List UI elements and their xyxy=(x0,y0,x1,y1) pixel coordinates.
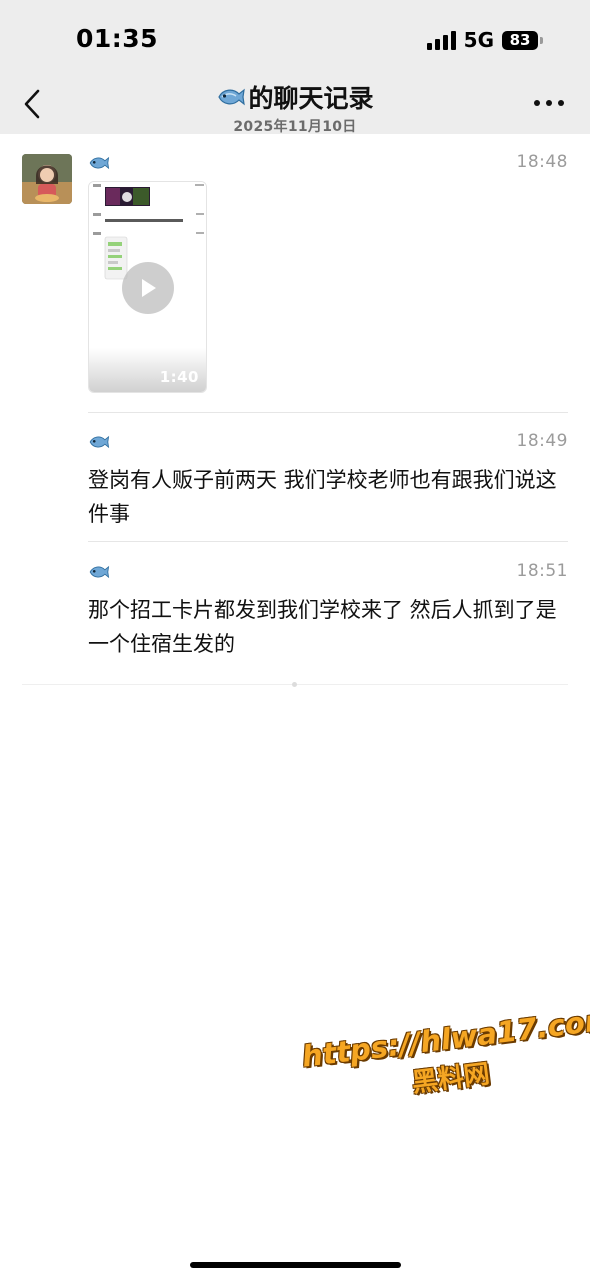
avatar-photo xyxy=(22,154,72,204)
message-text[interactable]: 登岗有人贩子前两天 我们学校老师也有跟我们说这件事 xyxy=(88,463,568,531)
message-time: 18:51 xyxy=(516,561,568,581)
chat-history-screen: 01:35 5G 83 的聊天记录 2025年11月10日 18:48 1:40… xyxy=(0,0,590,1280)
signal-icon xyxy=(426,30,456,50)
message-time: 18:49 xyxy=(516,431,568,451)
message-item: 18:48 xyxy=(88,152,568,178)
end-dot xyxy=(292,682,297,687)
fish-icon xyxy=(89,156,110,170)
message-divider xyxy=(88,412,568,413)
header-bar: 01:35 5G 83 的聊天记录 2025年11月10日 xyxy=(0,0,590,136)
fish-icon xyxy=(218,88,246,106)
video-message[interactable]: 1:40 xyxy=(88,181,207,393)
status-time: 01:35 xyxy=(76,24,159,53)
message-time: 18:48 xyxy=(516,152,568,172)
message-text[interactable]: 那个招工卡片都发到我们学校来了 然后人抓到了是一个住宿生发的 xyxy=(88,593,568,661)
message-divider xyxy=(88,541,568,542)
page-title-text: 的聊天记录 xyxy=(248,84,374,113)
more-dots-icon xyxy=(534,100,540,106)
chat-date: 2025年11月10日 xyxy=(233,119,357,135)
page-title: 的聊天记录 xyxy=(216,79,374,115)
message-item: 18:51 那个招工卡片都发到我们学校来了 然后人抓到了是一个住宿生发的 xyxy=(88,561,568,661)
more-button[interactable] xyxy=(534,95,564,111)
video-duration: 1:40 xyxy=(159,368,199,386)
fish-icon xyxy=(89,565,110,579)
fish-icon xyxy=(89,435,110,449)
message-item: 18:49 登岗有人贩子前两天 我们学校老师也有跟我们说这件事 xyxy=(88,431,568,531)
watermark: https://hlwa17.com 黑料网 xyxy=(300,1002,590,1113)
avatar[interactable] xyxy=(22,154,72,204)
battery-level: 83 xyxy=(509,31,531,49)
network-type: 5G xyxy=(463,28,494,52)
battery-icon: 83 xyxy=(502,30,543,50)
status-indicators: 5G 83 xyxy=(426,28,543,52)
nav-title-block: 的聊天记录 2025年11月10日 xyxy=(0,79,590,136)
home-indicator[interactable] xyxy=(190,1262,401,1268)
play-triangle-icon xyxy=(142,279,156,297)
play-icon[interactable] xyxy=(122,262,174,314)
